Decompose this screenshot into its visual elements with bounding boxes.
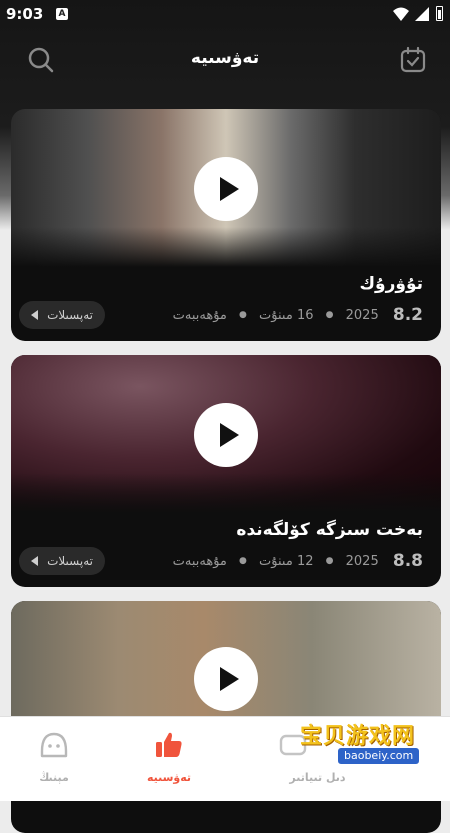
signal-icon — [415, 7, 429, 21]
drama-episodes: 12 مىنۇت — [259, 553, 314, 569]
nav-item-recommend[interactable]: تەۋسىيە — [115, 717, 223, 801]
notification-icon: A — [56, 8, 68, 20]
top-header: تەۋسىيە — [0, 38, 450, 82]
drama-genre: مۇھەببەت — [172, 553, 227, 569]
separator-dot: ● — [325, 310, 334, 320]
drama-rating: 8.2 — [392, 305, 423, 325]
watermark-text: 宝贝游戏网 — [300, 724, 416, 749]
page-title: تەۋسىيە — [190, 48, 260, 68]
details-label: تەپسىلات — [47, 554, 93, 568]
nav-label: تەۋسىيە — [146, 771, 192, 784]
arrow-left-icon — [31, 310, 38, 320]
arrow-left-icon — [31, 556, 38, 566]
details-label: تەپسىلات — [47, 308, 93, 322]
nav-label: مېنىڭ — [39, 771, 69, 784]
drama-year: 2025 — [345, 307, 379, 323]
thumbs-up-icon — [156, 732, 182, 757]
drama-year: 2025 — [345, 553, 379, 569]
watermark: 宝贝游戏网 baobeiy.com — [300, 718, 450, 788]
drama-title: تۇۋرۇك — [359, 274, 423, 294]
drama-meta: 8.2 2025 ● 16 مىنۇت ● مۇھەببەت — [173, 305, 423, 325]
separator-dot: ● — [239, 310, 247, 320]
drama-card[interactable]: بەخت سىزگە كۆلگەندە 8.8 2025 ● 12 مىنۇت … — [11, 355, 441, 587]
drama-rating: 8.8 — [392, 551, 423, 571]
drama-genre: مۇھەببەت — [172, 307, 227, 323]
status-bar: 9:03 A — [0, 0, 450, 28]
play-icon[interactable] — [194, 157, 258, 221]
wifi-icon — [393, 7, 409, 21]
details-button[interactable]: تەپسىلات — [19, 547, 105, 575]
drama-meta: 8.8 2025 ● 12 مىنۇت ● مۇھەببەت — [173, 551, 423, 571]
watermark-url: baobeiy.com — [338, 748, 420, 764]
drama-title: بەخت سىزگە كۆلگەندە — [236, 520, 423, 540]
face-icon — [40, 732, 68, 758]
status-time: 9:03 — [6, 5, 44, 23]
play-icon[interactable] — [194, 647, 258, 711]
nav-item-mine[interactable]: مېنىڭ — [0, 717, 108, 801]
calendar-check-icon[interactable] — [399, 46, 427, 78]
details-button[interactable]: تەپسىلات — [19, 301, 105, 329]
drama-episodes: 16 مىنۇت — [259, 307, 314, 323]
separator-dot: ● — [239, 556, 247, 566]
battery-icon — [436, 6, 443, 21]
separator-dot: ● — [325, 556, 334, 566]
drama-card[interactable]: تۇۋرۇك 8.2 2025 ● 16 مىنۇت ● مۇھەببەت تە… — [11, 109, 441, 341]
play-icon[interactable] — [194, 403, 258, 467]
